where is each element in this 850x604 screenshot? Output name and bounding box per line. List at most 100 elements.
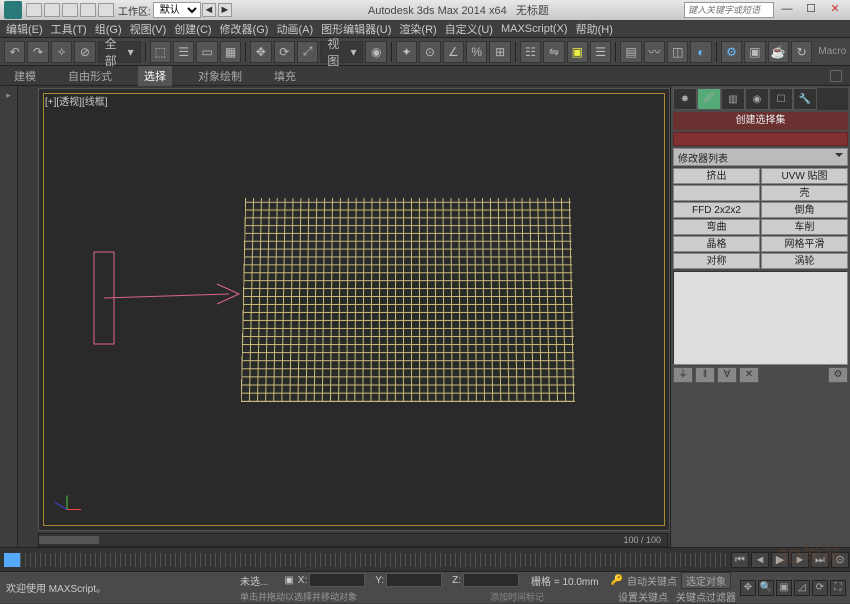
menu-customize[interactable]: 自定义(U): [445, 21, 493, 37]
mod-chamfer[interactable]: 倒角: [761, 202, 848, 218]
make-unique-icon[interactable]: ∀: [717, 367, 737, 383]
qat-undo-icon[interactable]: [80, 3, 96, 17]
menu-render[interactable]: 渲染(R): [399, 21, 436, 37]
autokey-button[interactable]: 自动关键点: [623, 573, 681, 588]
layer-manager-icon[interactable]: ☰: [590, 41, 611, 63]
maximize-viewport-icon[interactable]: ⛶: [830, 580, 846, 596]
snap-toggle-icon[interactable]: ⊙: [419, 41, 440, 63]
menu-modifiers[interactable]: 修改器(G): [220, 21, 269, 37]
panel-display-icon[interactable]: ☐: [769, 88, 793, 110]
prev-frame-icon[interactable]: ◄: [751, 552, 769, 568]
ws-next-icon[interactable]: ►: [218, 3, 232, 17]
scene-arrow-helper[interactable]: [79, 244, 249, 394]
ws-prev-icon[interactable]: ◄: [202, 3, 216, 17]
named-selection-field[interactable]: 创建选择集: [673, 112, 848, 130]
time-ruler[interactable]: [20, 553, 730, 567]
close-icon[interactable]: ✕: [824, 2, 846, 18]
mod-bend[interactable]: 弯曲: [673, 219, 760, 235]
mod-lattice[interactable]: 晶格: [673, 236, 760, 252]
qat-redo-icon[interactable]: [98, 3, 114, 17]
scale-icon[interactable]: ⤢: [297, 41, 318, 63]
named-selection-icon[interactable]: ☷: [520, 41, 541, 63]
panel-utilities-icon[interactable]: 🔧: [793, 88, 817, 110]
menu-maxscript[interactable]: MAXScript(X): [501, 23, 568, 35]
show-end-icon[interactable]: ‖: [695, 367, 715, 383]
link-icon[interactable]: ⟡: [51, 41, 72, 63]
zoom-icon[interactable]: 🔍: [758, 580, 774, 596]
qat-new-icon[interactable]: [26, 3, 42, 17]
angle-snap-icon[interactable]: ∠: [443, 41, 464, 63]
addtime-button[interactable]: 添加时间标记: [490, 590, 544, 603]
window-crossing-icon[interactable]: ▦: [220, 41, 241, 63]
coord-y-input[interactable]: [386, 573, 442, 587]
schematic-view-icon[interactable]: ◫: [667, 41, 688, 63]
unlink-icon[interactable]: ⊘: [74, 41, 95, 63]
tab-freeform[interactable]: 自由形式: [62, 66, 118, 86]
configure-sets-icon[interactable]: ⚙: [828, 367, 848, 383]
tab-select[interactable]: 选择: [138, 66, 172, 86]
dock-expand-icon[interactable]: ▸: [3, 90, 15, 102]
mirror-icon[interactable]: ⇋: [543, 41, 564, 63]
coord-z-input[interactable]: [463, 573, 519, 587]
modifier-list-combo[interactable]: 修改器列表: [673, 148, 848, 166]
menu-animation[interactable]: 动画(A): [276, 21, 313, 37]
panel-modify-icon[interactable]: 🖉: [697, 88, 721, 110]
pin-stack-icon[interactable]: ⏚: [673, 367, 693, 383]
select-name-icon[interactable]: ☰: [173, 41, 194, 63]
select-region-icon[interactable]: ▭: [196, 41, 217, 63]
percent-snap-icon[interactable]: %: [466, 41, 487, 63]
render-frame-icon[interactable]: ▣: [744, 41, 765, 63]
workspace-combo[interactable]: 默认: [153, 2, 201, 18]
select-icon[interactable]: ⬚: [150, 41, 171, 63]
pivot-icon[interactable]: ◉: [365, 41, 386, 63]
setkey-button[interactable]: 设置关键点: [614, 589, 672, 604]
curve-editor-icon[interactable]: 〰: [644, 41, 665, 63]
rotate-icon[interactable]: ⟳: [274, 41, 295, 63]
move-icon[interactable]: ✥: [250, 41, 271, 63]
redo-icon[interactable]: ↷: [27, 41, 48, 63]
menu-view[interactable]: 视图(V): [130, 21, 167, 37]
pan-icon[interactable]: ✥: [740, 580, 756, 596]
qat-save-icon[interactable]: [62, 3, 78, 17]
minimize-icon[interactable]: —: [776, 2, 798, 18]
qat-open-icon[interactable]: [44, 3, 60, 17]
mod-extrude[interactable]: 挤出: [673, 168, 760, 184]
time-slider[interactable]: ⏮ ◄ ▶ ► ⏭ ⊙: [0, 547, 850, 571]
tab-object-paint[interactable]: 对象绘制: [192, 66, 248, 86]
help-search-input[interactable]: [684, 2, 774, 18]
undo-icon[interactable]: ↶: [4, 41, 25, 63]
mod-empty1[interactable]: [673, 185, 760, 201]
selection-filter-combo[interactable]: 全部 ▾: [98, 41, 141, 63]
mod-turbosmooth[interactable]: 涡轮: [761, 253, 848, 269]
tab-populate[interactable]: 填充: [268, 66, 302, 86]
align-icon[interactable]: ▣: [567, 41, 588, 63]
render-production-icon[interactable]: ☕: [768, 41, 789, 63]
ref-coord-combo[interactable]: 视图 ▾: [320, 41, 363, 63]
render-setup-icon[interactable]: ⚙: [721, 41, 742, 63]
maximize-icon[interactable]: ☐: [800, 2, 822, 18]
select-manipulate-icon[interactable]: ✦: [396, 41, 417, 63]
keyfilter-button[interactable]: 关键点过滤器: [672, 589, 740, 604]
mod-lathe[interactable]: 车削: [761, 219, 848, 235]
material-editor-icon[interactable]: ◐: [690, 41, 711, 63]
menu-help[interactable]: 帮助(H): [576, 21, 613, 37]
coord-x-input[interactable]: [309, 573, 365, 587]
orbit-icon[interactable]: ⟳: [812, 580, 828, 596]
mod-symmetry[interactable]: 对称: [673, 253, 760, 269]
mod-uvw[interactable]: UVW 贴图: [761, 168, 848, 184]
scene-plane-object[interactable]: [241, 198, 575, 402]
menu-create[interactable]: 创建(C): [174, 21, 211, 37]
viewport-perspective[interactable]: [+][透视][线框]: [38, 88, 670, 531]
fov-icon[interactable]: ◿: [794, 580, 810, 596]
viewport-hscroll[interactable]: 100 / 100: [38, 533, 668, 547]
object-color-swatch[interactable]: [673, 132, 848, 146]
viewport-label[interactable]: [+][透视][线框]: [45, 93, 108, 108]
ribbon-toggle-icon[interactable]: ▤: [620, 41, 641, 63]
remove-mod-icon[interactable]: ✕: [739, 367, 759, 383]
menu-tools[interactable]: 工具(T): [51, 21, 87, 37]
spinner-snap-icon[interactable]: ⊞: [489, 41, 510, 63]
goto-start-icon[interactable]: ⏮: [731, 552, 749, 568]
time-slider-thumb[interactable]: [4, 553, 20, 567]
ribbon-minimize-icon[interactable]: [830, 70, 842, 82]
mod-ffd[interactable]: FFD 2x2x2: [673, 202, 760, 218]
